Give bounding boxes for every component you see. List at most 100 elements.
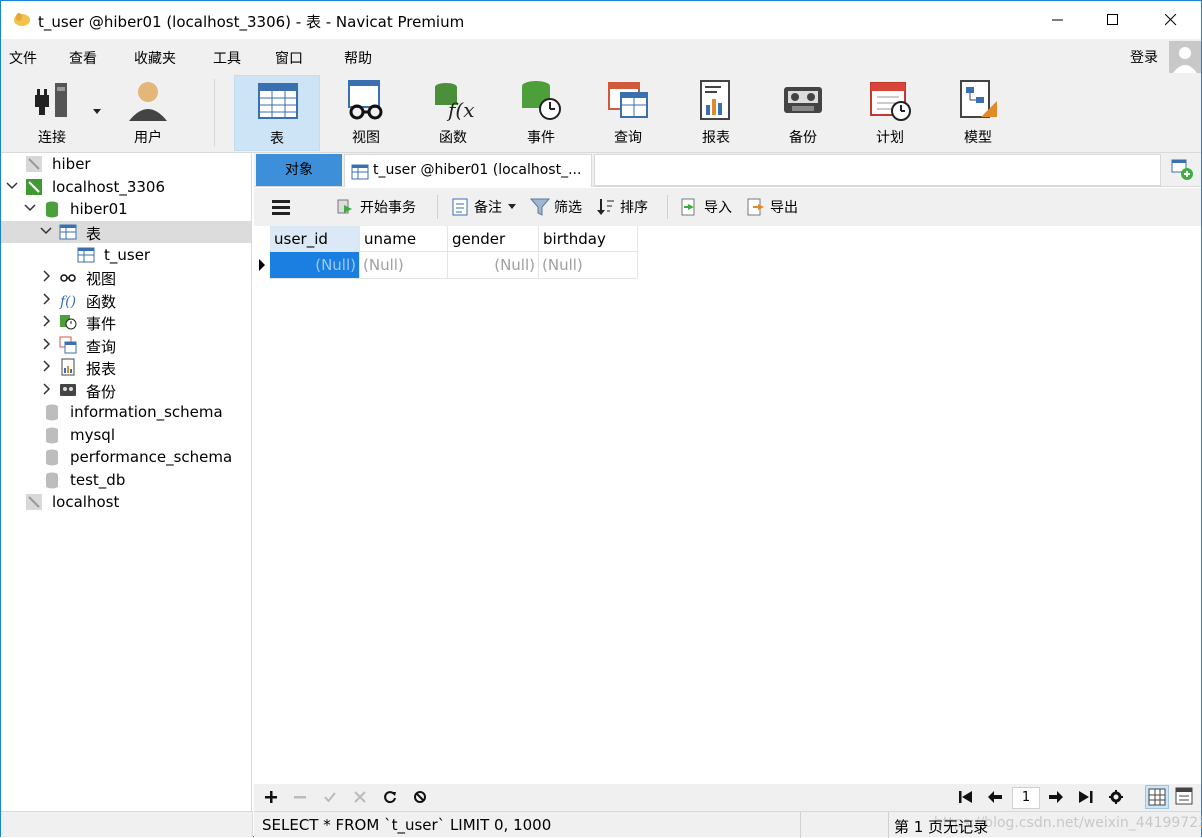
toolbar-event-button[interactable]: 事件 xyxy=(498,75,584,151)
chevron-right-icon[interactable] xyxy=(39,359,53,373)
note-button[interactable]: 备注 xyxy=(450,196,520,218)
sort-button[interactable]: 排序 xyxy=(596,196,648,218)
menu-file[interactable]: 文件 xyxy=(9,48,37,68)
chevron-right-icon[interactable] xyxy=(39,337,53,351)
cell-uname[interactable]: (Null) xyxy=(360,252,448,279)
tree-item-reports[interactable]: 报表 xyxy=(1,356,251,378)
chevron-right-icon[interactable] xyxy=(39,292,53,306)
tree-item-events[interactable]: 事件 xyxy=(1,311,251,333)
import-button[interactable]: 导入 xyxy=(680,196,732,218)
toolbar-model-button[interactable]: 模型 xyxy=(935,75,1021,151)
column-header-user-id[interactable]: user_id xyxy=(270,226,360,252)
first-page-button[interactable] xyxy=(958,789,974,805)
dropdown-caret-icon[interactable] xyxy=(93,109,101,115)
chevron-down-icon[interactable] xyxy=(39,224,53,238)
tree-item-backups[interactable]: 备份 xyxy=(1,379,251,401)
column-header-uname[interactable]: uname xyxy=(360,226,448,252)
last-page-icon xyxy=(1079,791,1093,803)
close-icon xyxy=(1165,14,1177,26)
toolbar-function-button[interactable]: f(x) 函数 xyxy=(410,75,496,151)
column-header-birthday[interactable]: birthday xyxy=(539,226,638,252)
tree-label: test_db xyxy=(70,471,126,489)
export-button[interactable]: 导出 xyxy=(746,196,798,218)
tree-item-performance-schema[interactable]: performance_schema xyxy=(1,446,251,468)
view-glasses-icon xyxy=(60,274,76,282)
report-icon xyxy=(61,358,75,376)
minimize-button[interactable] xyxy=(1035,1,1081,39)
tree-item-functions[interactable]: f() 函数 xyxy=(1,289,251,311)
apply-changes-button[interactable] xyxy=(322,789,338,805)
status-bar-left xyxy=(1,811,253,837)
maximize-button[interactable] xyxy=(1090,1,1136,39)
tree-item-localhost-3306[interactable]: localhost_3306 xyxy=(1,176,251,198)
form-view-button[interactable] xyxy=(1173,785,1197,809)
cell-gender[interactable]: (Null) xyxy=(448,252,539,279)
minus-icon xyxy=(294,796,306,799)
report-icon xyxy=(700,80,730,120)
menu-window[interactable]: 窗口 xyxy=(275,48,303,68)
toolbar-schedule-button[interactable]: 计划 xyxy=(847,75,933,151)
menu-view[interactable]: 查看 xyxy=(69,48,97,68)
settings-button[interactable] xyxy=(1108,789,1124,805)
cell-user-id[interactable]: (Null) xyxy=(270,252,360,279)
discard-changes-button[interactable] xyxy=(352,789,368,805)
avatar[interactable] xyxy=(1169,41,1201,73)
new-tab-button[interactable] xyxy=(1166,156,1196,184)
close-button[interactable] xyxy=(1148,1,1194,39)
menu-hamburger-button[interactable] xyxy=(272,196,294,218)
tree-item-hiber01[interactable]: hiber01 xyxy=(1,198,251,220)
toolbar-connect-button[interactable]: 连接 xyxy=(9,75,101,151)
filter-button[interactable]: 筛选 xyxy=(530,196,582,218)
tree-item-views[interactable]: 视图 xyxy=(1,266,251,288)
grid-view-button[interactable] xyxy=(1145,785,1169,809)
tree-label: 报表 xyxy=(86,360,117,378)
toolbar-query-button[interactable]: 查询 xyxy=(585,75,671,151)
next-page-button[interactable] xyxy=(1048,789,1064,805)
database-icon xyxy=(46,404,58,421)
refresh-button[interactable] xyxy=(382,789,398,805)
toolbar-user-button[interactable]: 用户 xyxy=(105,75,191,151)
toolbar-report-button[interactable]: 报表 xyxy=(673,75,759,151)
toolbar-table-button[interactable]: 表 xyxy=(234,75,320,151)
begin-transaction-button[interactable]: 开始事务 xyxy=(336,196,416,218)
export-icon xyxy=(747,198,764,216)
menu-help[interactable]: 帮助 xyxy=(344,48,372,68)
tree-item-localhost[interactable]: localhost xyxy=(1,491,251,513)
chevron-right-icon[interactable] xyxy=(39,382,53,396)
separator xyxy=(667,195,668,219)
tree-item-tables[interactable]: 表 xyxy=(1,221,251,243)
add-record-button[interactable] xyxy=(263,789,279,805)
chevron-right-icon[interactable] xyxy=(39,314,53,328)
tree-item-test-db[interactable]: test_db xyxy=(1,469,251,491)
chevron-right-icon[interactable] xyxy=(39,269,53,283)
cell-birthday[interactable]: (Null) xyxy=(539,252,638,279)
tab-objects[interactable]: 对象 xyxy=(256,154,342,186)
tab-t-user[interactable]: t_user @hiber01 (localhost_... xyxy=(344,154,592,187)
toolbar-view-button[interactable]: 视图 xyxy=(323,75,409,151)
toolbar-backup-button[interactable]: 备份 xyxy=(760,75,846,151)
title-bar: t_user @hiber01 (localhost_3306) - 表 - N… xyxy=(1,1,1201,39)
chevron-down-icon[interactable] xyxy=(23,201,37,215)
previous-page-button[interactable] xyxy=(987,789,1003,805)
chevron-down-icon[interactable] xyxy=(5,179,19,193)
arrow-right-icon xyxy=(1049,791,1063,803)
app-window: t_user @hiber01 (localhost_3306) - 表 - N… xyxy=(0,0,1202,838)
row-indicator[interactable] xyxy=(254,252,270,279)
tree-item-information-schema[interactable]: information_schema xyxy=(1,401,251,423)
tree-item-mysql[interactable]: mysql xyxy=(1,424,251,446)
tree-item-t-user[interactable]: t_user xyxy=(1,244,251,266)
schedule-calendar-icon xyxy=(870,82,911,121)
tree-item-queries[interactable]: 查询 xyxy=(1,334,251,356)
tree-item-hiber[interactable]: hiber xyxy=(1,153,251,175)
record-info: 第 1 页无记录 xyxy=(894,818,989,836)
login-link[interactable]: 登录 xyxy=(1130,47,1158,67)
menu-favorites[interactable]: 收藏夹 xyxy=(134,48,176,68)
menu-tools[interactable]: 工具 xyxy=(213,48,241,68)
delete-record-button[interactable] xyxy=(292,789,308,805)
page-number-input[interactable]: 1 xyxy=(1012,787,1040,809)
dropdown-caret-icon xyxy=(508,204,516,209)
stop-button[interactable] xyxy=(412,789,428,805)
toolbar-model-label: 模型 xyxy=(964,130,992,146)
column-header-gender[interactable]: gender xyxy=(448,226,539,252)
last-page-button[interactable] xyxy=(1078,789,1094,805)
